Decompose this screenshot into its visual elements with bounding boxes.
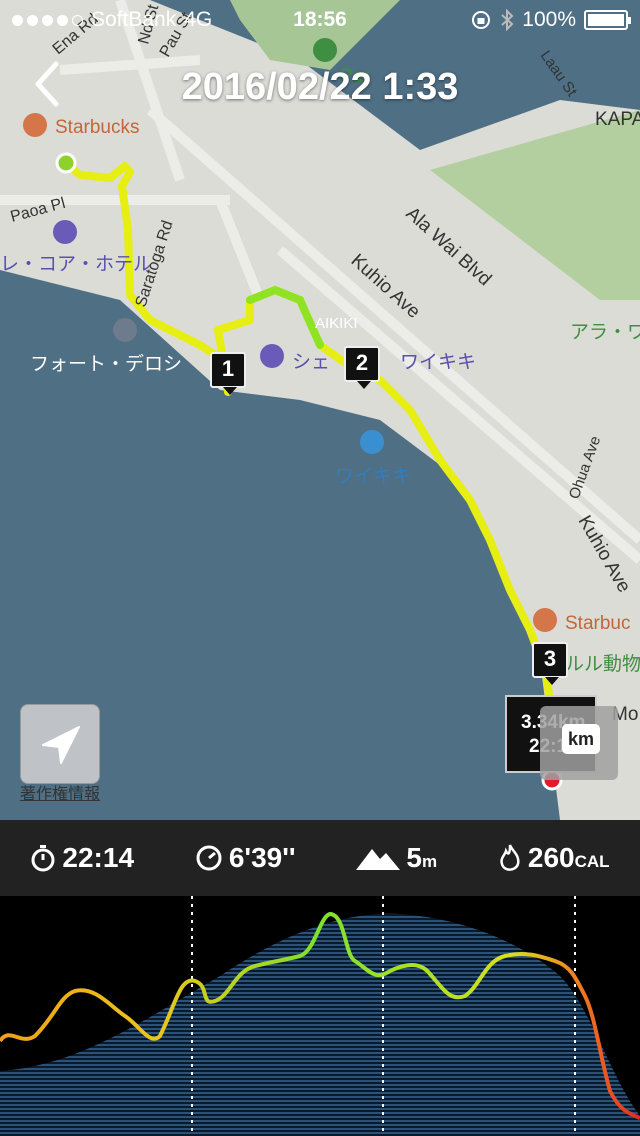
stats-bar: 22:14 6'39'' 5m 260CAL bbox=[0, 820, 640, 896]
hotel-icon-2 bbox=[260, 344, 284, 368]
label-sheraton: シェ bbox=[292, 352, 330, 373]
cafe-icon-2 bbox=[533, 608, 557, 632]
label-hotel: レ・コア・ホテル bbox=[0, 254, 152, 275]
split-marker-1[interactable]: 1 bbox=[210, 352, 246, 395]
duration-value: 22:14 bbox=[62, 842, 135, 873]
museum-icon bbox=[113, 318, 137, 342]
label-fort-derussy: フォート・デロシ bbox=[30, 353, 182, 375]
battery-percent: 100% bbox=[522, 8, 576, 31]
cafe-icon bbox=[23, 113, 47, 137]
stat-elevation: 5m bbox=[356, 842, 437, 874]
stat-duration: 22:14 bbox=[30, 842, 134, 874]
unit-toggle-button[interactable]: km bbox=[540, 706, 618, 780]
pace-elevation-graph[interactable] bbox=[0, 896, 640, 1136]
status-bar: SoftBank 4G 18:56 100% bbox=[0, 0, 640, 40]
stopwatch-icon bbox=[31, 845, 55, 872]
label-zoo: ルル動物 bbox=[565, 653, 640, 675]
rotation-lock-icon bbox=[472, 11, 491, 29]
split-marker-3[interactable]: 3 bbox=[532, 642, 568, 685]
elevation-value: 5 bbox=[406, 842, 422, 873]
pace-value: 6'39'' bbox=[228, 842, 296, 873]
bluetooth-icon bbox=[501, 9, 514, 31]
calories-value: 260 bbox=[527, 842, 575, 873]
start-point bbox=[55, 152, 77, 174]
label-kapa: KAPA bbox=[595, 109, 640, 130]
page-title: 2016/02/22 1:33 bbox=[181, 66, 459, 108]
elevation-unit: m bbox=[421, 852, 438, 871]
flame-icon bbox=[500, 844, 520, 871]
park-icon bbox=[313, 38, 337, 62]
label-starbucks-1: Starbucks bbox=[55, 117, 139, 138]
label-waikiki-hotel: ワイキキ bbox=[400, 352, 476, 373]
label-waikiki-area: AIKIKI bbox=[315, 315, 358, 332]
mountain-icon bbox=[356, 849, 401, 870]
graph-canvas bbox=[0, 896, 640, 1136]
stat-calories: 260CAL bbox=[498, 842, 610, 874]
calories-unit: CAL bbox=[574, 852, 610, 871]
location-arrow-icon bbox=[42, 726, 80, 764]
elevation-area bbox=[0, 913, 640, 1136]
label-ala-wai-jp: アラ・ワ bbox=[570, 322, 640, 343]
speedometer-icon bbox=[196, 845, 222, 871]
label-starbucks-2: Starbuc bbox=[565, 613, 630, 634]
route-map[interactable]: Starbucks Starbuc レ・コア・ホテル フォート・デロシ シェ ワ… bbox=[0, 0, 640, 820]
label-waikiki-beach: ワイキキ bbox=[335, 466, 411, 487]
battery-icon bbox=[584, 10, 631, 30]
copyright-link[interactable]: 著作権情報 bbox=[20, 780, 100, 804]
km-label: km bbox=[562, 724, 600, 754]
split-marker-2[interactable]: 2 bbox=[344, 346, 380, 389]
stat-pace: 6'39'' bbox=[195, 842, 296, 874]
beach-icon bbox=[360, 430, 384, 454]
hotel-icon bbox=[53, 220, 77, 244]
locate-button[interactable] bbox=[20, 704, 100, 784]
